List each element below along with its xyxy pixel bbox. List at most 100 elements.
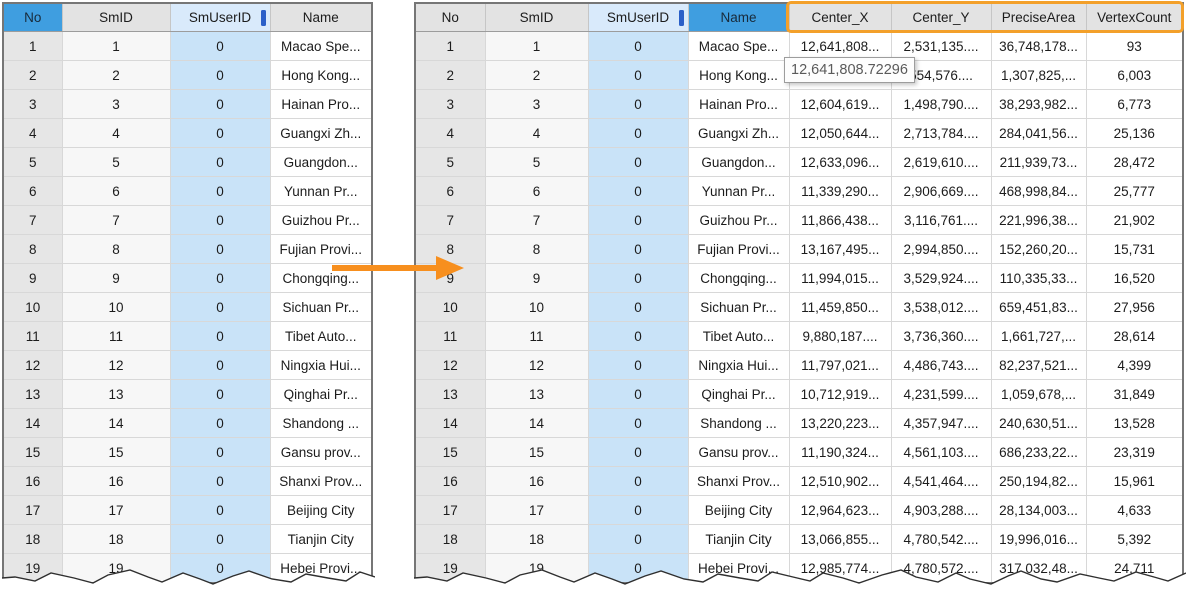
cell-name[interactable]: Ningxia Hui... <box>688 351 789 380</box>
cell-no[interactable]: 13 <box>415 380 485 409</box>
col-header-center_x[interactable]: Center_X <box>789 3 891 32</box>
cell-smuserid[interactable]: 0 <box>588 380 688 409</box>
cell-smuserid[interactable]: 0 <box>170 235 270 264</box>
cell-smid[interactable]: 2 <box>62 61 170 90</box>
cell-no[interactable]: 17 <box>415 496 485 525</box>
cell-smuserid[interactable]: 0 <box>588 322 688 351</box>
col-header-smid[interactable]: SmID <box>62 3 170 32</box>
cell-precisearea[interactable]: 38,293,982... <box>991 90 1086 119</box>
cell-name[interactable]: Hong Kong... <box>688 61 789 90</box>
cell-no[interactable]: 15 <box>3 438 62 467</box>
cell-smid[interactable]: 7 <box>62 206 170 235</box>
cell-smuserid[interactable]: 0 <box>170 177 270 206</box>
cell-smid[interactable]: 10 <box>485 293 588 322</box>
cell-smid[interactable]: 5 <box>485 148 588 177</box>
cell-name[interactable]: Shanxi Prov... <box>270 467 372 496</box>
cell-smid[interactable]: 4 <box>485 119 588 148</box>
cell-center_x[interactable]: 11,866,438... <box>789 206 891 235</box>
cell-vertexcount[interactable]: 25,777 <box>1086 177 1183 206</box>
cell-no[interactable]: 19 <box>3 554 62 584</box>
cell-no[interactable]: 4 <box>415 119 485 148</box>
cell-center_y[interactable]: 3,529,924.... <box>891 264 991 293</box>
cell-vertexcount[interactable]: 15,731 <box>1086 235 1183 264</box>
cell-smid[interactable]: 13 <box>62 380 170 409</box>
cell-center_y[interactable]: 4,357,947.... <box>891 409 991 438</box>
cell-center_y[interactable]: 2,713,784.... <box>891 119 991 148</box>
cell-center_x[interactable]: 11,190,324... <box>789 438 891 467</box>
cell-vertexcount[interactable]: 25,136 <box>1086 119 1183 148</box>
cell-smid[interactable]: 10 <box>62 293 170 322</box>
cell-name[interactable]: Fujian Provi... <box>688 235 789 264</box>
cell-name[interactable]: Yunnan Pr... <box>688 177 789 206</box>
cell-no[interactable]: 5 <box>415 148 485 177</box>
cell-no[interactable]: 4 <box>3 119 62 148</box>
cell-vertexcount[interactable]: 4,399 <box>1086 351 1183 380</box>
cell-name[interactable]: Yunnan Pr... <box>270 177 372 206</box>
cell-name[interactable]: Sichuan Pr... <box>688 293 789 322</box>
cell-center_x[interactable]: 11,339,290... <box>789 177 891 206</box>
cell-precisearea[interactable]: 659,451,83... <box>991 293 1086 322</box>
cell-smuserid[interactable]: 0 <box>170 525 270 554</box>
cell-no[interactable]: 10 <box>415 293 485 322</box>
cell-smid[interactable]: 9 <box>62 264 170 293</box>
col-header-name[interactable]: Name <box>270 3 372 32</box>
cell-center_x[interactable]: 12,050,644... <box>789 119 891 148</box>
cell-smuserid[interactable]: 0 <box>588 90 688 119</box>
cell-no[interactable]: 14 <box>415 409 485 438</box>
cell-precisearea[interactable]: 1,059,678,... <box>991 380 1086 409</box>
cell-center_x[interactable]: 10,712,919... <box>789 380 891 409</box>
cell-no[interactable]: 16 <box>415 467 485 496</box>
cell-no[interactable]: 6 <box>3 177 62 206</box>
cell-name[interactable]: Guizhou Pr... <box>270 206 372 235</box>
cell-smid[interactable]: 14 <box>62 409 170 438</box>
cell-smuserid[interactable]: 0 <box>170 554 270 584</box>
cell-name[interactable]: Guangxi Zh... <box>270 119 372 148</box>
cell-no[interactable]: 13 <box>3 380 62 409</box>
cell-smid[interactable]: 3 <box>485 90 588 119</box>
cell-name[interactable]: Hebei Provi... <box>270 554 372 584</box>
cell-name[interactable]: Beijing City <box>270 496 372 525</box>
cell-name[interactable]: Guangdon... <box>270 148 372 177</box>
col-header-precisearea[interactable]: PreciseArea <box>991 3 1086 32</box>
cell-smuserid[interactable]: 0 <box>588 467 688 496</box>
cell-smuserid[interactable]: 0 <box>170 90 270 119</box>
cell-no[interactable]: 18 <box>3 525 62 554</box>
cell-center_x[interactable]: 12,633,096... <box>789 148 891 177</box>
cell-name[interactable]: Tianjin City <box>270 525 372 554</box>
cell-name[interactable]: Shandong ... <box>270 409 372 438</box>
cell-precisearea[interactable]: 152,260,20... <box>991 235 1086 264</box>
cell-smid[interactable]: 19 <box>62 554 170 584</box>
cell-no[interactable]: 9 <box>3 264 62 293</box>
cell-smuserid[interactable]: 0 <box>588 148 688 177</box>
cell-smuserid[interactable]: 0 <box>170 32 270 61</box>
cell-precisearea[interactable]: 110,335,33... <box>991 264 1086 293</box>
cell-center_y[interactable]: 4,780,542.... <box>891 525 991 554</box>
cell-name[interactable]: Chongqing... <box>688 264 789 293</box>
cell-name[interactable]: Hebei Provi... <box>688 554 789 584</box>
cell-smid[interactable]: 3 <box>62 90 170 119</box>
cell-smid[interactable]: 18 <box>62 525 170 554</box>
cell-name[interactable]: Tibet Auto... <box>688 322 789 351</box>
cell-name[interactable]: Macao Spe... <box>688 32 789 61</box>
cell-no[interactable]: 12 <box>3 351 62 380</box>
cell-precisearea[interactable]: 250,194,82... <box>991 467 1086 496</box>
col-header-name[interactable]: Name <box>688 3 789 32</box>
cell-precisearea[interactable]: 36,748,178... <box>991 32 1086 61</box>
cell-name[interactable]: Tibet Auto... <box>270 322 372 351</box>
cell-precisearea[interactable]: 240,630,51... <box>991 409 1086 438</box>
cell-no[interactable]: 2 <box>3 61 62 90</box>
cell-smid[interactable]: 13 <box>485 380 588 409</box>
cell-no[interactable]: 8 <box>3 235 62 264</box>
cell-no[interactable]: 3 <box>3 90 62 119</box>
cell-vertexcount[interactable]: 5,392 <box>1086 525 1183 554</box>
cell-vertexcount[interactable]: 4,633 <box>1086 496 1183 525</box>
cell-center_y[interactable]: 4,903,288.... <box>891 496 991 525</box>
cell-no[interactable]: 2 <box>415 61 485 90</box>
cell-no[interactable]: 1 <box>3 32 62 61</box>
cell-precisearea[interactable]: 317,032,48... <box>991 554 1086 584</box>
cell-smid[interactable]: 6 <box>62 177 170 206</box>
cell-smuserid[interactable]: 0 <box>588 554 688 584</box>
cell-smuserid[interactable]: 0 <box>170 380 270 409</box>
cell-center_y[interactable]: 3,736,360.... <box>891 322 991 351</box>
cell-smid[interactable]: 15 <box>62 438 170 467</box>
